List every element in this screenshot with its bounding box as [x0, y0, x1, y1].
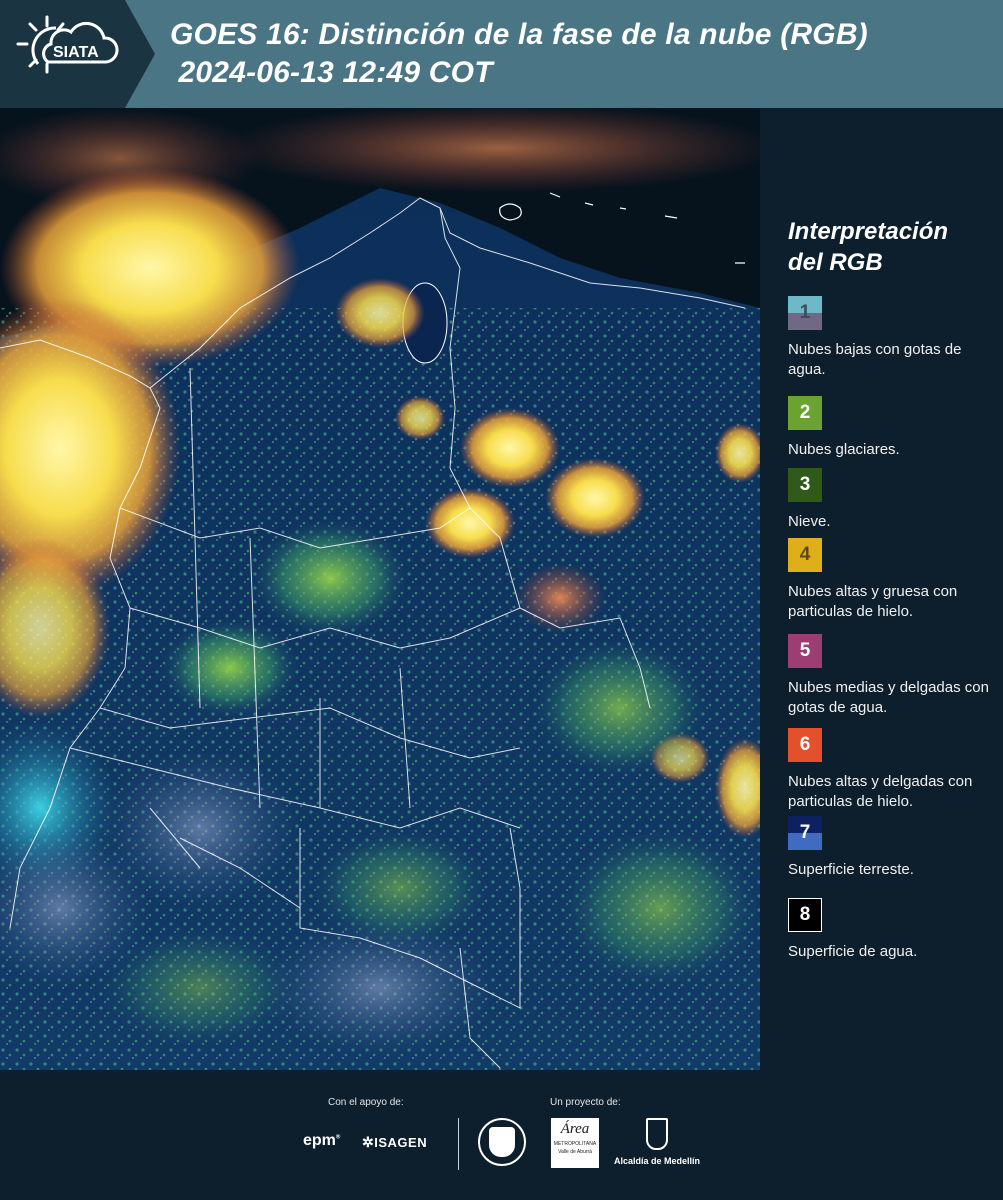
isagen-star-icon: ✲ — [362, 1134, 375, 1150]
legend-swatch: 4 — [788, 538, 822, 572]
header-bar: SIATA GOES 16: Distinción de la fase de … — [0, 0, 1003, 108]
legend-swatch: 2 — [788, 396, 822, 430]
legend-label: Nieve. — [788, 513, 831, 530]
legend-swatch: 3 — [788, 468, 822, 502]
legend-swatch: 5 — [788, 634, 822, 668]
medellin-seal-icon[interactable] — [478, 1118, 526, 1166]
alcaldia-text: Alcaldía de Medellín — [613, 1156, 701, 1166]
legend-title: Interpretación del RGB — [788, 216, 988, 278]
footer: Con el apoyo de: Un proyecto de: epm® ✲I… — [0, 1070, 1003, 1200]
legend-title-line1: Interpretación — [788, 218, 949, 245]
title-line1: GOES 16: Distinción de la fase de la nub… — [170, 18, 868, 51]
legend-item-8: 8 Superficie de agua. — [788, 898, 998, 962]
legend-number: 7 — [799, 822, 811, 843]
legend-panel: Interpretación del RGB 1 Nubes bajas con … — [760, 108, 1003, 1070]
page-title: GOES 16: Distinción de la fase de la nub… — [170, 16, 868, 92]
legend-item-2: 2 Nubes glaciares. — [788, 396, 998, 460]
area-metropolitana-logo[interactable]: Área METROPOLITANA Valle de Aburrá — [551, 1118, 599, 1168]
legend-item-4: 4 Nubes altas y gruesa con particulas de … — [788, 538, 998, 622]
siata-logo[interactable]: SIATA — [0, 0, 155, 108]
legend-label: Superficie terreste. — [788, 861, 914, 878]
legend-label: Superficie de agua. — [788, 943, 918, 960]
isagen-logo-text: ISAGEN — [374, 1135, 428, 1150]
legend-swatch: 1 — [788, 296, 822, 330]
area-metro-text: Área — [560, 1121, 590, 1137]
legend-number: 1 — [799, 302, 811, 323]
legend-item-7: 7 Superficie terreste. — [788, 816, 998, 880]
project-label: Un proyecto de: — [550, 1097, 621, 1108]
title-line2: 2024-06-13 12:49 COT — [170, 56, 493, 89]
legend-swatch: 8 — [788, 898, 822, 932]
footer-divider — [458, 1118, 459, 1170]
alcaldia-logo[interactable]: Alcaldía de Medellín — [612, 1118, 702, 1173]
epm-logo-text: epm — [303, 1132, 336, 1149]
legend-swatch: 7 — [788, 816, 822, 850]
legend-number: 8 — [799, 904, 811, 925]
legend-label: Nubes altas y gruesa con particulas de h… — [788, 583, 958, 620]
legend-number: 3 — [799, 474, 811, 495]
legend-item-1: 1 Nubes bajas con gotas de agua. — [788, 296, 998, 380]
legend-item-3: 3 Nieve. — [788, 468, 998, 532]
support-label: Con el apoyo de: — [328, 1097, 404, 1108]
legend-number: 5 — [799, 640, 811, 661]
legend-item-5: 5 Nubes medias y delgadas con gotas de ag… — [788, 634, 998, 718]
legend-number: 6 — [799, 734, 811, 755]
legend-label: Nubes bajas con gotas de agua. — [788, 341, 962, 378]
legend-item-6: 6 Nubes altas y delgadas con particulas d… — [788, 728, 998, 812]
siata-logo-text: SIATA — [53, 44, 99, 61]
satellite-rgb-image — [0, 108, 760, 1070]
legend-number: 4 — [799, 544, 811, 565]
satellite-map[interactable] — [0, 108, 760, 1070]
legend-label: Nubes glaciares. — [788, 441, 900, 458]
legend-swatch: 6 — [788, 728, 822, 762]
legend-label: Nubes altas y delgadas con particulas de… — [788, 773, 973, 810]
legend-number: 2 — [799, 402, 811, 423]
legend-label: Nubes medias y delgadas con gotas de agu… — [788, 679, 989, 716]
area-metro-sub2: Valle de Aburrá — [558, 1149, 592, 1155]
area-metro-sub1: METROPOLITANA — [553, 1141, 597, 1147]
alcaldia-shield-icon — [646, 1118, 668, 1150]
legend-title-line2: del RGB — [788, 249, 883, 276]
isagen-logo[interactable]: ✲ISAGEN — [362, 1134, 427, 1151]
epm-logo[interactable]: epm® — [303, 1132, 340, 1150]
